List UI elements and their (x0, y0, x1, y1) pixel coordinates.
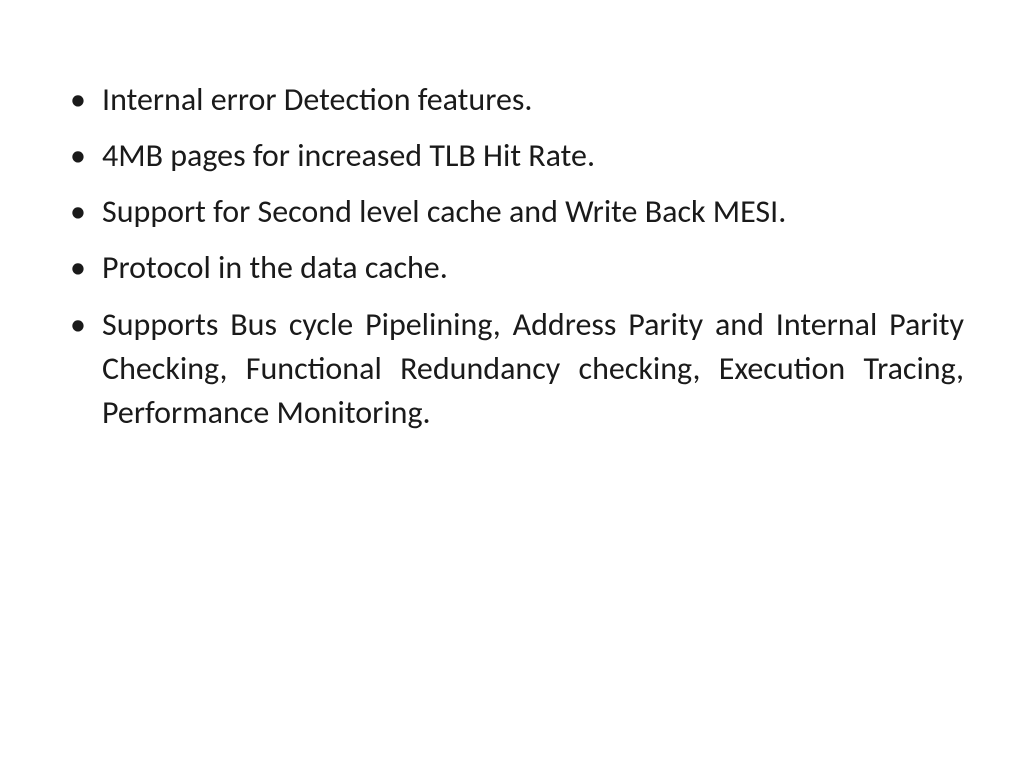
bullet-text: Support for Second level cache and Write… (102, 192, 786, 231)
bullet-text: Supports Bus cycle Pipelining, Address P… (102, 305, 964, 432)
list-item: Support for Second level cache and Write… (60, 190, 964, 234)
bullet-list: Internal error Detection features. 4MB p… (60, 78, 964, 435)
list-item: Protocol in the data cache. (60, 246, 964, 290)
bullet-text: Internal error Detection features. (102, 80, 532, 119)
list-item: Supports Bus cycle Pipelining, Address P… (60, 303, 964, 435)
bullet-text: Protocol in the data cache. (102, 248, 448, 287)
slide-content: Internal error Detection features. 4MB p… (60, 78, 964, 435)
bullet-text: 4MB pages for increased TLB Hit Rate. (102, 136, 595, 175)
list-item: Internal error Detection features. (60, 78, 964, 122)
list-item: 4MB pages for increased TLB Hit Rate. (60, 134, 964, 178)
